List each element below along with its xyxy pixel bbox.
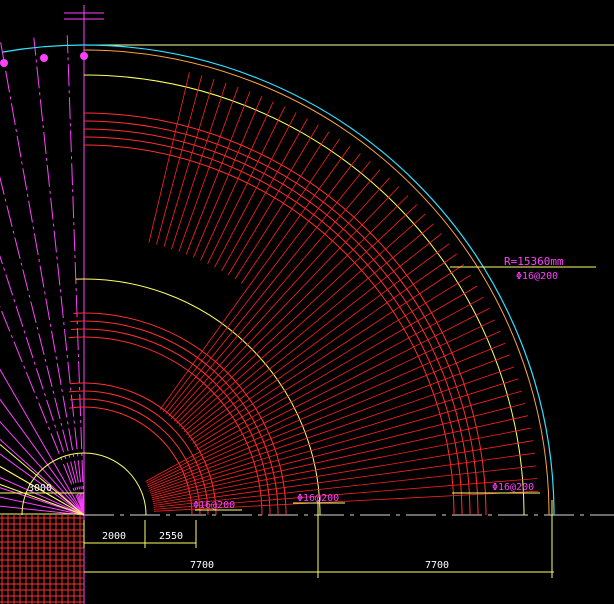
dimension-7700-left: 7700 [190, 560, 214, 571]
rebar-label-2: Φ16@200 [297, 493, 339, 504]
rebar-grid-block [0, 515, 84, 604]
radial-lines-left [0, 35, 85, 516]
column-marker [0, 59, 8, 67]
cad-drawing: R=15360mm Φ16@200 Φ16@200 Φ16@200 Φ16@20… [0, 5, 614, 604]
dimension-3000: 3000 [28, 483, 52, 494]
column-marker [40, 54, 48, 62]
rebar-label-1: Φ16@200 [193, 500, 235, 511]
column-markers [0, 52, 88, 67]
dimension-2000: 2000 [102, 531, 126, 542]
cad-drawing-canvas[interactable]: R=15360mm Φ16@200 Φ16@200 Φ16@200 Φ16@20… [0, 0, 614, 604]
rebar-label-3: Φ16@200 [492, 482, 534, 493]
dimension-2550: 2550 [159, 531, 183, 542]
radius-label: R=15360mm [504, 255, 564, 268]
radial-rebar [145, 72, 539, 512]
column-marker [80, 52, 88, 60]
dimension-7700-right: 7700 [425, 560, 449, 571]
rebar-label-outer: Φ16@200 [516, 271, 558, 282]
